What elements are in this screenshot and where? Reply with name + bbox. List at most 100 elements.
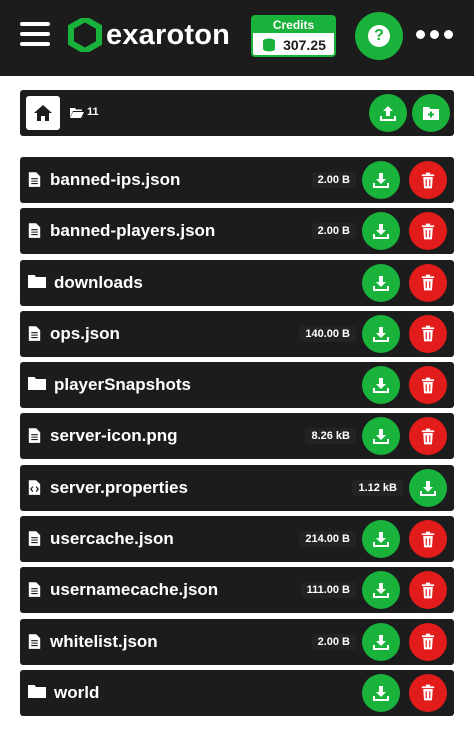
file-size: 1.12 kB [352,479,403,496]
credits-badge[interactable]: Credits 307.25 [251,15,336,57]
download-icon [420,480,436,496]
home-icon [34,105,52,121]
file-list: banned-ips.json 2.00 Bbanned-players.json… [20,157,454,721]
download-icon [373,275,389,291]
credits-value: 307.25 [283,37,326,53]
file-row[interactable]: playerSnapshots [20,362,454,409]
exaroton-logo-icon [68,18,102,52]
question-icon: ? [368,25,390,47]
download-icon [373,378,389,394]
file-size: 214.00 B [299,531,356,548]
file-icon [28,581,44,599]
trash-icon [421,274,435,291]
trash-icon [421,377,435,394]
download-icon [373,173,389,188]
file-icon [28,222,44,240]
file-name[interactable]: ops.json [50,324,120,344]
file-name[interactable]: banned-players.json [50,221,215,241]
download-icon [373,532,389,548]
delete-button[interactable] [409,417,447,456]
home-button[interactable] [26,96,60,130]
file-name[interactable]: world [54,683,99,703]
file-name[interactable]: usernamecache.json [50,580,218,600]
file-name[interactable]: usercache.json [50,529,174,549]
file-row[interactable]: world [20,669,454,716]
file-size: 111.00 B [300,582,356,599]
file-size: 140.00 B [299,325,356,342]
trash-icon [421,633,435,650]
file-row[interactable]: ops.json 140.00 B [20,310,454,357]
delete-button[interactable] [409,673,447,712]
file-icon [28,530,44,548]
file-name[interactable]: server-icon.png [50,426,178,446]
breadcrumb-label: 11 [87,106,99,118]
folder-icon [28,684,46,702]
download-button[interactable] [362,366,400,405]
path-bar: 11 [20,90,454,136]
file-name[interactable]: banned-ips.json [50,170,180,190]
file-row[interactable]: server.properties 1.12 kB [20,464,454,511]
folder-icon [28,274,46,292]
file-row[interactable]: usercache.json 214.00 B [20,516,454,563]
trash-icon [421,531,435,547]
credits-value-wrap: 307.25 [253,33,334,55]
file-row[interactable]: downloads [20,259,454,306]
file-size: 2.00 B [311,223,356,240]
top-bar: exaroton Credits 307.25 ? [0,0,474,76]
more-options-icon[interactable] [416,30,453,39]
logo[interactable]: exaroton [68,18,230,52]
delete-button[interactable] [409,366,447,405]
download-button[interactable] [362,571,400,610]
download-button[interactable] [362,263,400,302]
trash-icon [421,326,435,342]
download-icon [373,634,389,650]
download-button[interactable] [362,161,400,199]
download-button[interactable] [362,417,400,456]
download-icon [373,583,389,599]
folder-icon [28,376,46,394]
delete-button[interactable] [409,520,447,559]
file-row[interactable]: whitelist.json 2.00 B [20,618,454,665]
delete-button[interactable] [409,161,447,199]
trash-icon [421,223,435,240]
download-button[interactable] [362,622,400,661]
new-folder-button[interactable] [412,94,450,132]
upload-button[interactable] [369,94,407,132]
download-icon [373,326,389,342]
help-button[interactable]: ? [355,12,403,60]
trash-icon [421,172,435,188]
logo-text: exaroton [106,18,231,51]
delete-button[interactable] [409,571,447,610]
code-file-icon [28,479,44,497]
delete-button[interactable] [409,263,447,302]
delete-button[interactable] [409,622,447,661]
download-button[interactable] [362,673,400,712]
file-name[interactable]: downloads [54,273,143,293]
file-name[interactable]: playerSnapshots [54,375,191,395]
download-icon [373,429,389,445]
download-button[interactable] [409,468,447,507]
hamburger-menu-icon[interactable] [20,22,50,46]
trash-icon [421,582,435,599]
download-button[interactable] [362,314,400,353]
credits-label: Credits [253,17,334,33]
delete-button[interactable] [409,212,447,251]
delete-button[interactable] [409,314,447,353]
download-button[interactable] [362,212,400,251]
file-row[interactable]: usernamecache.json 111.00 B [20,567,454,614]
file-size: 2.00 B [311,172,356,188]
download-button[interactable] [362,520,400,559]
trash-icon [421,685,435,701]
file-row[interactable]: banned-players.json 2.00 B [20,208,454,255]
file-row[interactable]: banned-ips.json 2.00 B [20,157,454,203]
file-name[interactable]: whitelist.json [50,632,158,652]
breadcrumb[interactable]: 11 [70,106,99,118]
file-icon [28,427,44,445]
file-icon [28,171,44,189]
upload-icon [380,106,396,121]
file-size: 8.26 kB [305,428,356,445]
file-size: 2.00 B [311,633,356,650]
file-row[interactable]: server-icon.png 8.26 kB [20,413,454,460]
file-name[interactable]: server.properties [50,478,188,498]
file-icon [28,633,44,651]
